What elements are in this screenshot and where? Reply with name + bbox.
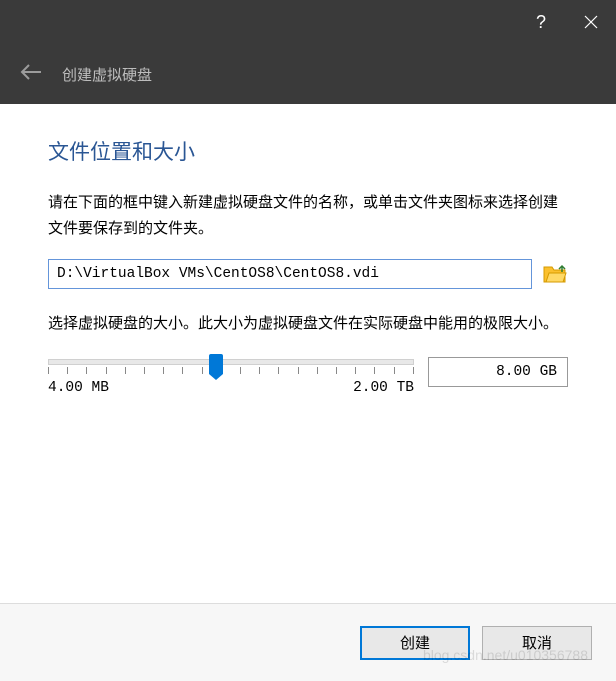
page-title: 创建虚拟硬盘: [62, 64, 152, 85]
path-description: 请在下面的框中键入新建虚拟硬盘文件的名称，或单击文件夹图标来选择创建文件要保存到…: [48, 190, 568, 241]
title-bar: ?: [0, 0, 616, 44]
help-button[interactable]: ?: [516, 0, 566, 44]
close-icon: [584, 15, 598, 29]
slider-labels: 4.00 MB 2.00 TB: [48, 380, 414, 396]
slider-ticks: [48, 367, 414, 374]
browse-button[interactable]: [542, 262, 568, 286]
size-slider[interactable]: 4.00 MB 2.00 TB: [48, 355, 414, 396]
slider-track: [48, 359, 414, 365]
create-button[interactable]: 创建: [360, 626, 470, 660]
size-value-box[interactable]: 8.00 GB: [428, 357, 568, 387]
cancel-button[interactable]: 取消: [482, 626, 592, 660]
help-icon: ?: [536, 12, 546, 33]
folder-icon: [543, 264, 567, 284]
content-area: 文件位置和大小 请在下面的框中键入新建虚拟硬盘文件的名称，或单击文件夹图标来选择…: [0, 104, 616, 602]
path-row: [48, 259, 568, 289]
section-heading: 文件位置和大小: [48, 136, 568, 166]
slider-thumb[interactable]: [209, 354, 223, 374]
back-button[interactable]: [20, 63, 42, 86]
footer: 创建 取消: [0, 603, 616, 681]
size-description: 选择虚拟硬盘的大小。此大小为虚拟硬盘文件在实际硬盘中能用的极限大小。: [48, 311, 568, 337]
wizard-header: 创建虚拟硬盘: [0, 44, 616, 104]
slider-row: 4.00 MB 2.00 TB 8.00 GB: [48, 355, 568, 396]
slider-min-label: 4.00 MB: [48, 380, 109, 396]
path-input[interactable]: [48, 259, 532, 289]
close-button[interactable]: [566, 0, 616, 44]
slider-max-label: 2.00 TB: [353, 380, 414, 396]
size-value: 8.00 GB: [496, 364, 557, 380]
arrow-left-icon: [20, 63, 42, 81]
